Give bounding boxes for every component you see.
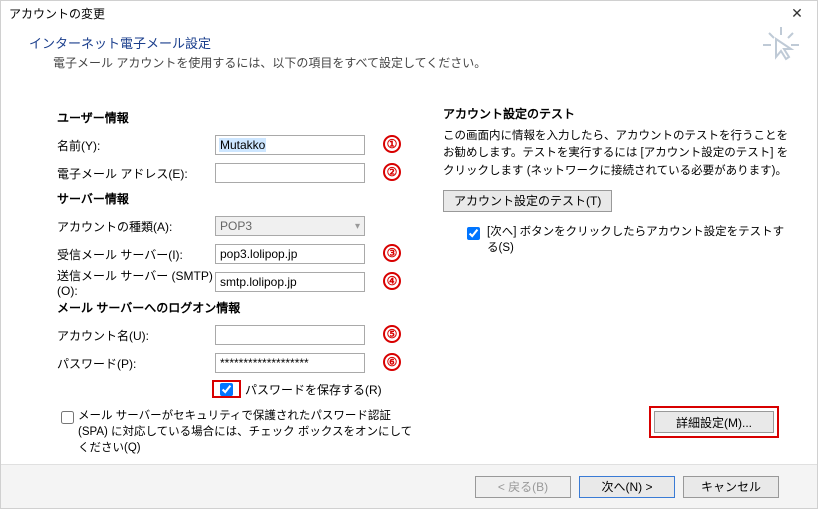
test-account-button[interactable]: アカウント設定のテスト(T): [443, 190, 612, 212]
left-column: ユーザー情報 名前(Y): Mutakko ① 電子メール アドレス(E): ②…: [57, 105, 415, 456]
header-subtitle: 電子メール アカウントを使用するには、以下の項目をすべて設定してください。: [29, 54, 789, 71]
badge-3: ③: [383, 244, 401, 262]
dialog-footer: < 戻る(B) 次へ(N) > キャンセル: [1, 464, 817, 508]
badge-6: ⑥: [383, 353, 401, 371]
dialog-body: ユーザー情報 名前(Y): Mutakko ① 電子メール アドレス(E): ②…: [1, 75, 817, 456]
spa-label: メール サーバーがセキュリティで保護されたパスワード認証 (SPA) に対応して…: [78, 408, 415, 456]
dialog-header: インターネット電子メール設定 電子メール アカウントを使用するには、以下の項目を…: [1, 25, 817, 75]
titlebar: アカウントの変更: [1, 1, 817, 25]
test-description: この画面内に情報を入力したら、アカウントのテストを行うことをお勧めします。テスト…: [443, 128, 789, 180]
password-input[interactable]: [215, 353, 365, 373]
account-type-select: POP3 ▾: [215, 216, 365, 236]
outgoing-label: 送信メール サーバー (SMTP)(O):: [57, 267, 215, 298]
outgoing-input[interactable]: [215, 272, 365, 292]
account-name-label: アカウント名(U):: [57, 327, 215, 344]
cancel-button[interactable]: キャンセル: [683, 476, 779, 498]
section-server-info: サーバー情報: [57, 190, 415, 207]
row-password: パスワード(P): ⑥: [57, 350, 415, 376]
badge-2: ②: [383, 163, 401, 181]
header-title: インターネット電子メール設定: [29, 33, 789, 52]
row-account-name: アカウント名(U): ⑤: [57, 322, 415, 348]
test-title: アカウント設定のテスト: [443, 105, 789, 122]
section-user-info: ユーザー情報: [57, 109, 415, 126]
dialog-window: アカウントの変更 ✕ インターネット電子メール設定 電子メール アカウントを使用…: [0, 0, 818, 509]
row-email: 電子メール アドレス(E): ②: [57, 160, 415, 186]
row-spa: メール サーバーがセキュリティで保護されたパスワード認証 (SPA) に対応して…: [57, 408, 415, 456]
row-account-type: アカウントの種類(A): POP3 ▾: [57, 213, 415, 239]
section-logon-info: メール サーバーへのログオン情報: [57, 299, 415, 316]
badge-1: ①: [383, 135, 401, 153]
cursor-icon: [763, 27, 799, 63]
row-outgoing-server: 送信メール サーバー (SMTP)(O): ④: [57, 269, 415, 295]
window-title: アカウントの変更: [9, 5, 809, 22]
password-label: パスワード(P):: [57, 355, 215, 372]
save-password-label: パスワードを保存する(R): [245, 381, 382, 398]
close-button[interactable]: ✕: [777, 1, 817, 25]
incoming-input[interactable]: [215, 244, 365, 264]
row-test-on-next: [次へ] ボタンをクリックしたらアカウント設定をテストする(S): [443, 224, 789, 256]
more-settings-button[interactable]: 詳細設定(M)...: [654, 411, 774, 433]
account-type-label: アカウントの種類(A):: [57, 218, 215, 235]
email-label: 電子メール アドレス(E):: [57, 165, 215, 182]
email-input[interactable]: [215, 163, 365, 183]
account-type-value: POP3: [220, 219, 252, 233]
name-input[interactable]: Mutakko: [215, 135, 365, 155]
back-button: < 戻る(B): [475, 476, 571, 498]
save-password-highlight: [212, 380, 241, 398]
test-on-next-label: [次へ] ボタンをクリックしたらアカウント設定をテストする(S): [487, 224, 789, 256]
right-column: アカウント設定のテスト この画面内に情報を入力したら、アカウントのテストを行うこ…: [443, 105, 789, 456]
save-password-checkbox[interactable]: [220, 383, 233, 396]
badge-5: ⑤: [383, 325, 401, 343]
row-save-password: パスワードを保存する(R): [57, 380, 415, 398]
test-on-next-checkbox[interactable]: [467, 227, 480, 240]
next-button[interactable]: 次へ(N) >: [579, 476, 675, 498]
row-incoming-server: 受信メール サーバー(I): ③: [57, 241, 415, 267]
incoming-label: 受信メール サーバー(I):: [57, 246, 215, 263]
more-settings-highlight: 詳細設定(M)...: [649, 406, 779, 438]
row-name: 名前(Y): Mutakko ①: [57, 132, 415, 158]
name-label: 名前(Y):: [57, 137, 215, 154]
badge-4: ④: [383, 272, 401, 290]
chevron-down-icon: ▾: [355, 221, 360, 232]
spa-checkbox[interactable]: [61, 411, 74, 424]
account-name-input[interactable]: [215, 325, 365, 345]
name-value: Mutakko: [219, 138, 266, 152]
